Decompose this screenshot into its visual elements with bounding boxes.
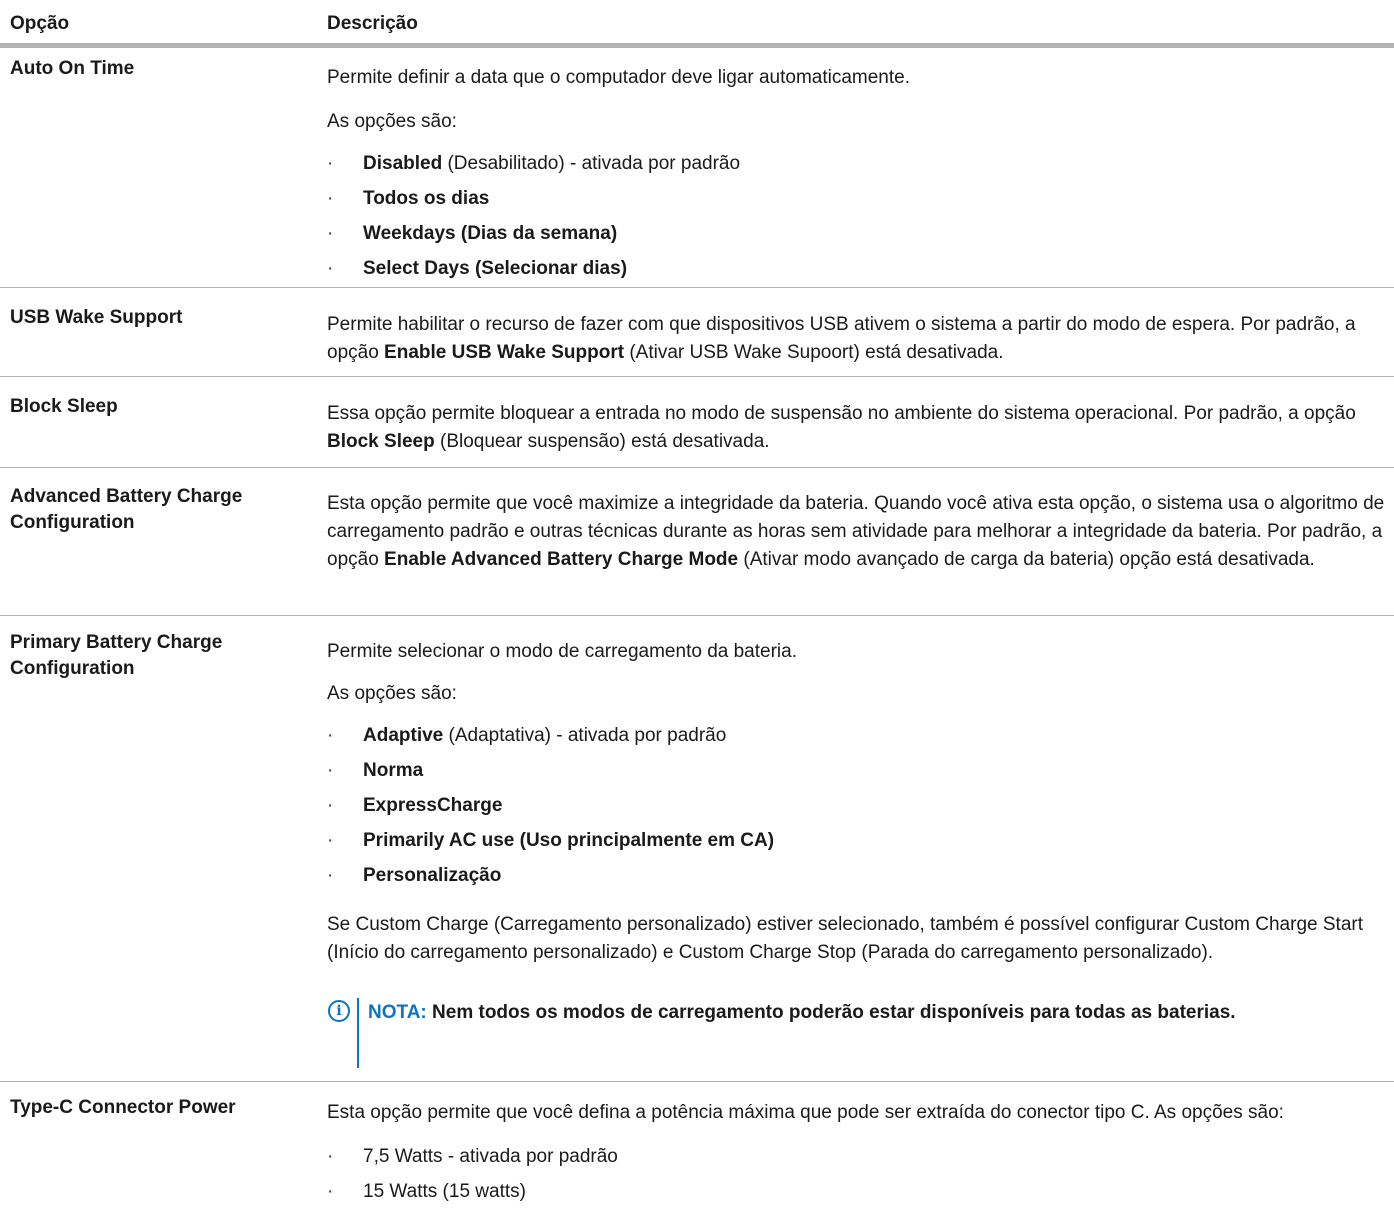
option-name: Auto On Time: [10, 58, 135, 79]
list-item: Disabled (Desabilitado) - ativada por pa…: [327, 150, 1387, 185]
list-item: Norma: [327, 757, 1387, 792]
option-name: Block Sleep: [10, 396, 118, 417]
option-name: Advanced Battery Charge Configuration: [10, 486, 243, 533]
list-item: Primarily AC use (Uso principalmente em …: [327, 827, 1387, 862]
list-item: 7,5 Watts - ativada por padrão: [327, 1143, 1387, 1178]
note-text: NOTA: Nem todos os modos de carregamento…: [368, 1002, 1236, 1023]
description-text: Permite selecionar o modo de carregament…: [327, 641, 797, 662]
description-text: Esta opção permite que você defina a pot…: [327, 1102, 1284, 1123]
options-intro: As opções são:: [327, 683, 457, 704]
header-description: Descrição: [327, 13, 418, 34]
options-list: Adaptive (Adaptativa) - ativada por padr…: [327, 722, 1387, 897]
info-icon: i: [328, 1000, 350, 1022]
row-divider: [0, 467, 1394, 468]
table-header: Opção Descrição: [0, 0, 1394, 48]
option-name: USB Wake Support: [10, 307, 183, 328]
row-divider: [0, 376, 1394, 377]
row-divider: [0, 1081, 1394, 1082]
option-description: Esta opção permite que você defina a pot…: [327, 1099, 1387, 1213]
list-item: Select Days (Selecionar dias): [327, 255, 1387, 290]
header-divider: [0, 43, 1394, 48]
options-list: 7,5 Watts - ativada por padrão 15 Watts …: [327, 1143, 1387, 1213]
row-divider: [0, 615, 1394, 616]
option-description: Permite definir a data que o computador …: [327, 64, 1387, 290]
option-description: Permite habilitar o recurso de fazer com…: [327, 314, 1356, 363]
list-item: Weekdays (Dias da semana): [327, 220, 1387, 255]
list-item: ExpressCharge: [327, 792, 1387, 827]
row-divider: [0, 287, 1394, 288]
option-name: Primary Battery Charge Configuration: [10, 632, 223, 679]
list-item: 15 Watts (15 watts): [327, 1178, 1387, 1213]
description-text: Permite definir a data que o computador …: [327, 67, 910, 88]
note-bar: [357, 998, 359, 1068]
list-item: Todos os dias: [327, 185, 1387, 220]
header-option: Opção: [10, 13, 70, 34]
option-name: Type-C Connector Power: [10, 1097, 236, 1118]
list-item: Adaptive (Adaptativa) - ativada por padr…: [327, 722, 1387, 757]
option-description: Permite selecionar o modo de carregament…: [327, 638, 1387, 967]
custom-charge-text: Se Custom Charge (Carregamento personali…: [327, 914, 1363, 963]
options-intro: As opções são:: [327, 111, 457, 132]
options-list: Disabled (Desabilitado) - ativada por pa…: [327, 150, 1387, 290]
option-description: Esta opção permite que você maximize a i…: [327, 493, 1385, 570]
option-description: Essa opção permite bloquear a entrada no…: [327, 403, 1356, 452]
list-item: Personalização: [327, 862, 1387, 897]
